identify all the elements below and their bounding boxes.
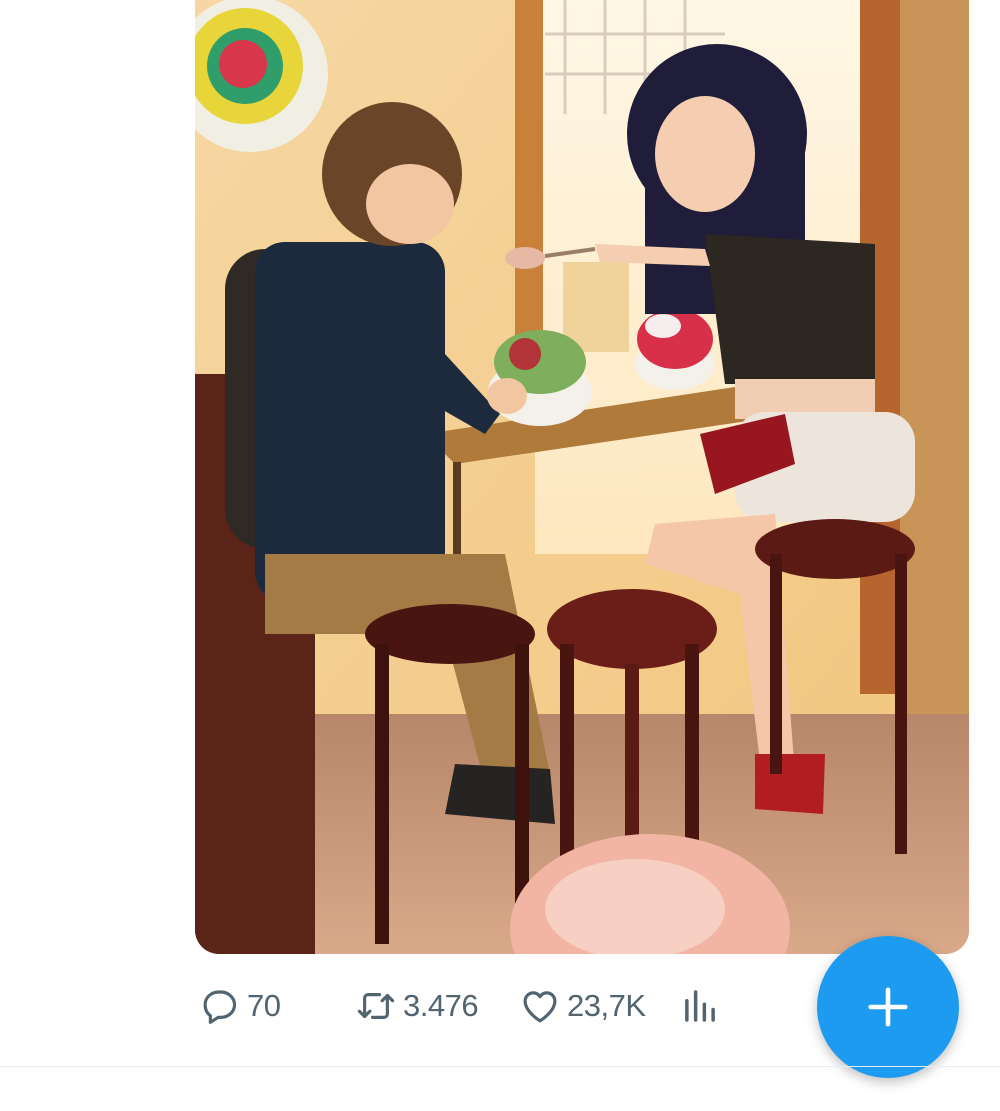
retweet-button[interactable]: 3.476 — [355, 978, 479, 1034]
divider — [0, 1066, 1000, 1067]
reply-count: 70 — [247, 988, 281, 1023]
like-count: 23,7K — [567, 988, 646, 1023]
retweet-icon — [357, 993, 395, 1019]
reply-icon — [203, 990, 237, 1024]
compose-plus-icon — [868, 987, 908, 1027]
tweet-media-image[interactable] — [195, 0, 969, 954]
tweet-detail: 70 3.476 23,7K — [0, 0, 1000, 1111]
illustration-image — [195, 0, 969, 954]
analytics-icon — [685, 990, 715, 1022]
views-button[interactable] — [679, 978, 721, 1034]
retweet-count: 3.476 — [403, 988, 479, 1023]
tweet-action-bar: 70 3.476 23,7K — [195, 978, 755, 1034]
reply-button[interactable]: 70 — [199, 978, 281, 1034]
like-button[interactable]: 23,7K — [519, 978, 646, 1034]
heart-icon — [523, 991, 557, 1023]
compose-fab-button[interactable] — [817, 936, 959, 1078]
